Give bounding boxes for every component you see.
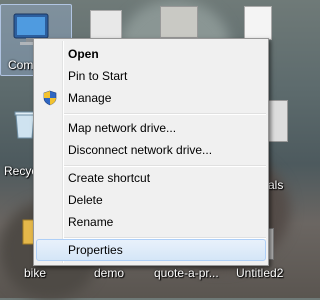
desktop-icon-label[interactable]: als [268,178,283,192]
menu-item-label: Rename [68,215,114,229]
menu-item-manage[interactable]: Manage [36,87,266,109]
text-file-icon[interactable] [244,6,272,40]
menu-item-label: Map network drive... [68,121,177,135]
desktop-icon-label[interactable]: quote-a-pr... [154,266,219,280]
menu-item-pin-to-start[interactable]: Pin to Start [36,65,266,87]
menu-item-open[interactable]: Open [36,43,266,65]
menu-separator [64,113,266,115]
context-menu: Open Pin to Start Manage Map network dri… [33,38,269,266]
menu-item-create-shortcut[interactable]: Create shortcut [36,167,266,189]
image-thumbnail-icon[interactable] [160,6,198,38]
menu-item-label: Open [68,47,99,61]
menu-item-rename[interactable]: Rename [36,211,266,233]
menu-item-label: Properties [68,243,123,257]
desktop-icon-label[interactable]: Untitled2 [236,266,283,280]
menu-item-label: Pin to Start [68,69,128,83]
menu-item-label: Disconnect network drive... [68,143,213,157]
file-icon[interactable] [266,100,288,142]
desktop-icon-label[interactable]: demo [94,266,124,280]
uac-shield-icon [42,90,58,106]
menu-item-label: Delete [68,193,103,207]
menu-item-delete[interactable]: Delete [36,189,266,211]
menu-item-disconnect-network-drive[interactable]: Disconnect network drive... [36,139,266,161]
menu-item-label: Create shortcut [68,171,151,185]
menu-item-map-network-drive[interactable]: Map network drive... [36,117,266,139]
desktop-icon-label[interactable]: bike [24,266,46,280]
menu-item-label: Manage [68,91,112,105]
menu-item-properties[interactable]: Properties [36,239,266,261]
